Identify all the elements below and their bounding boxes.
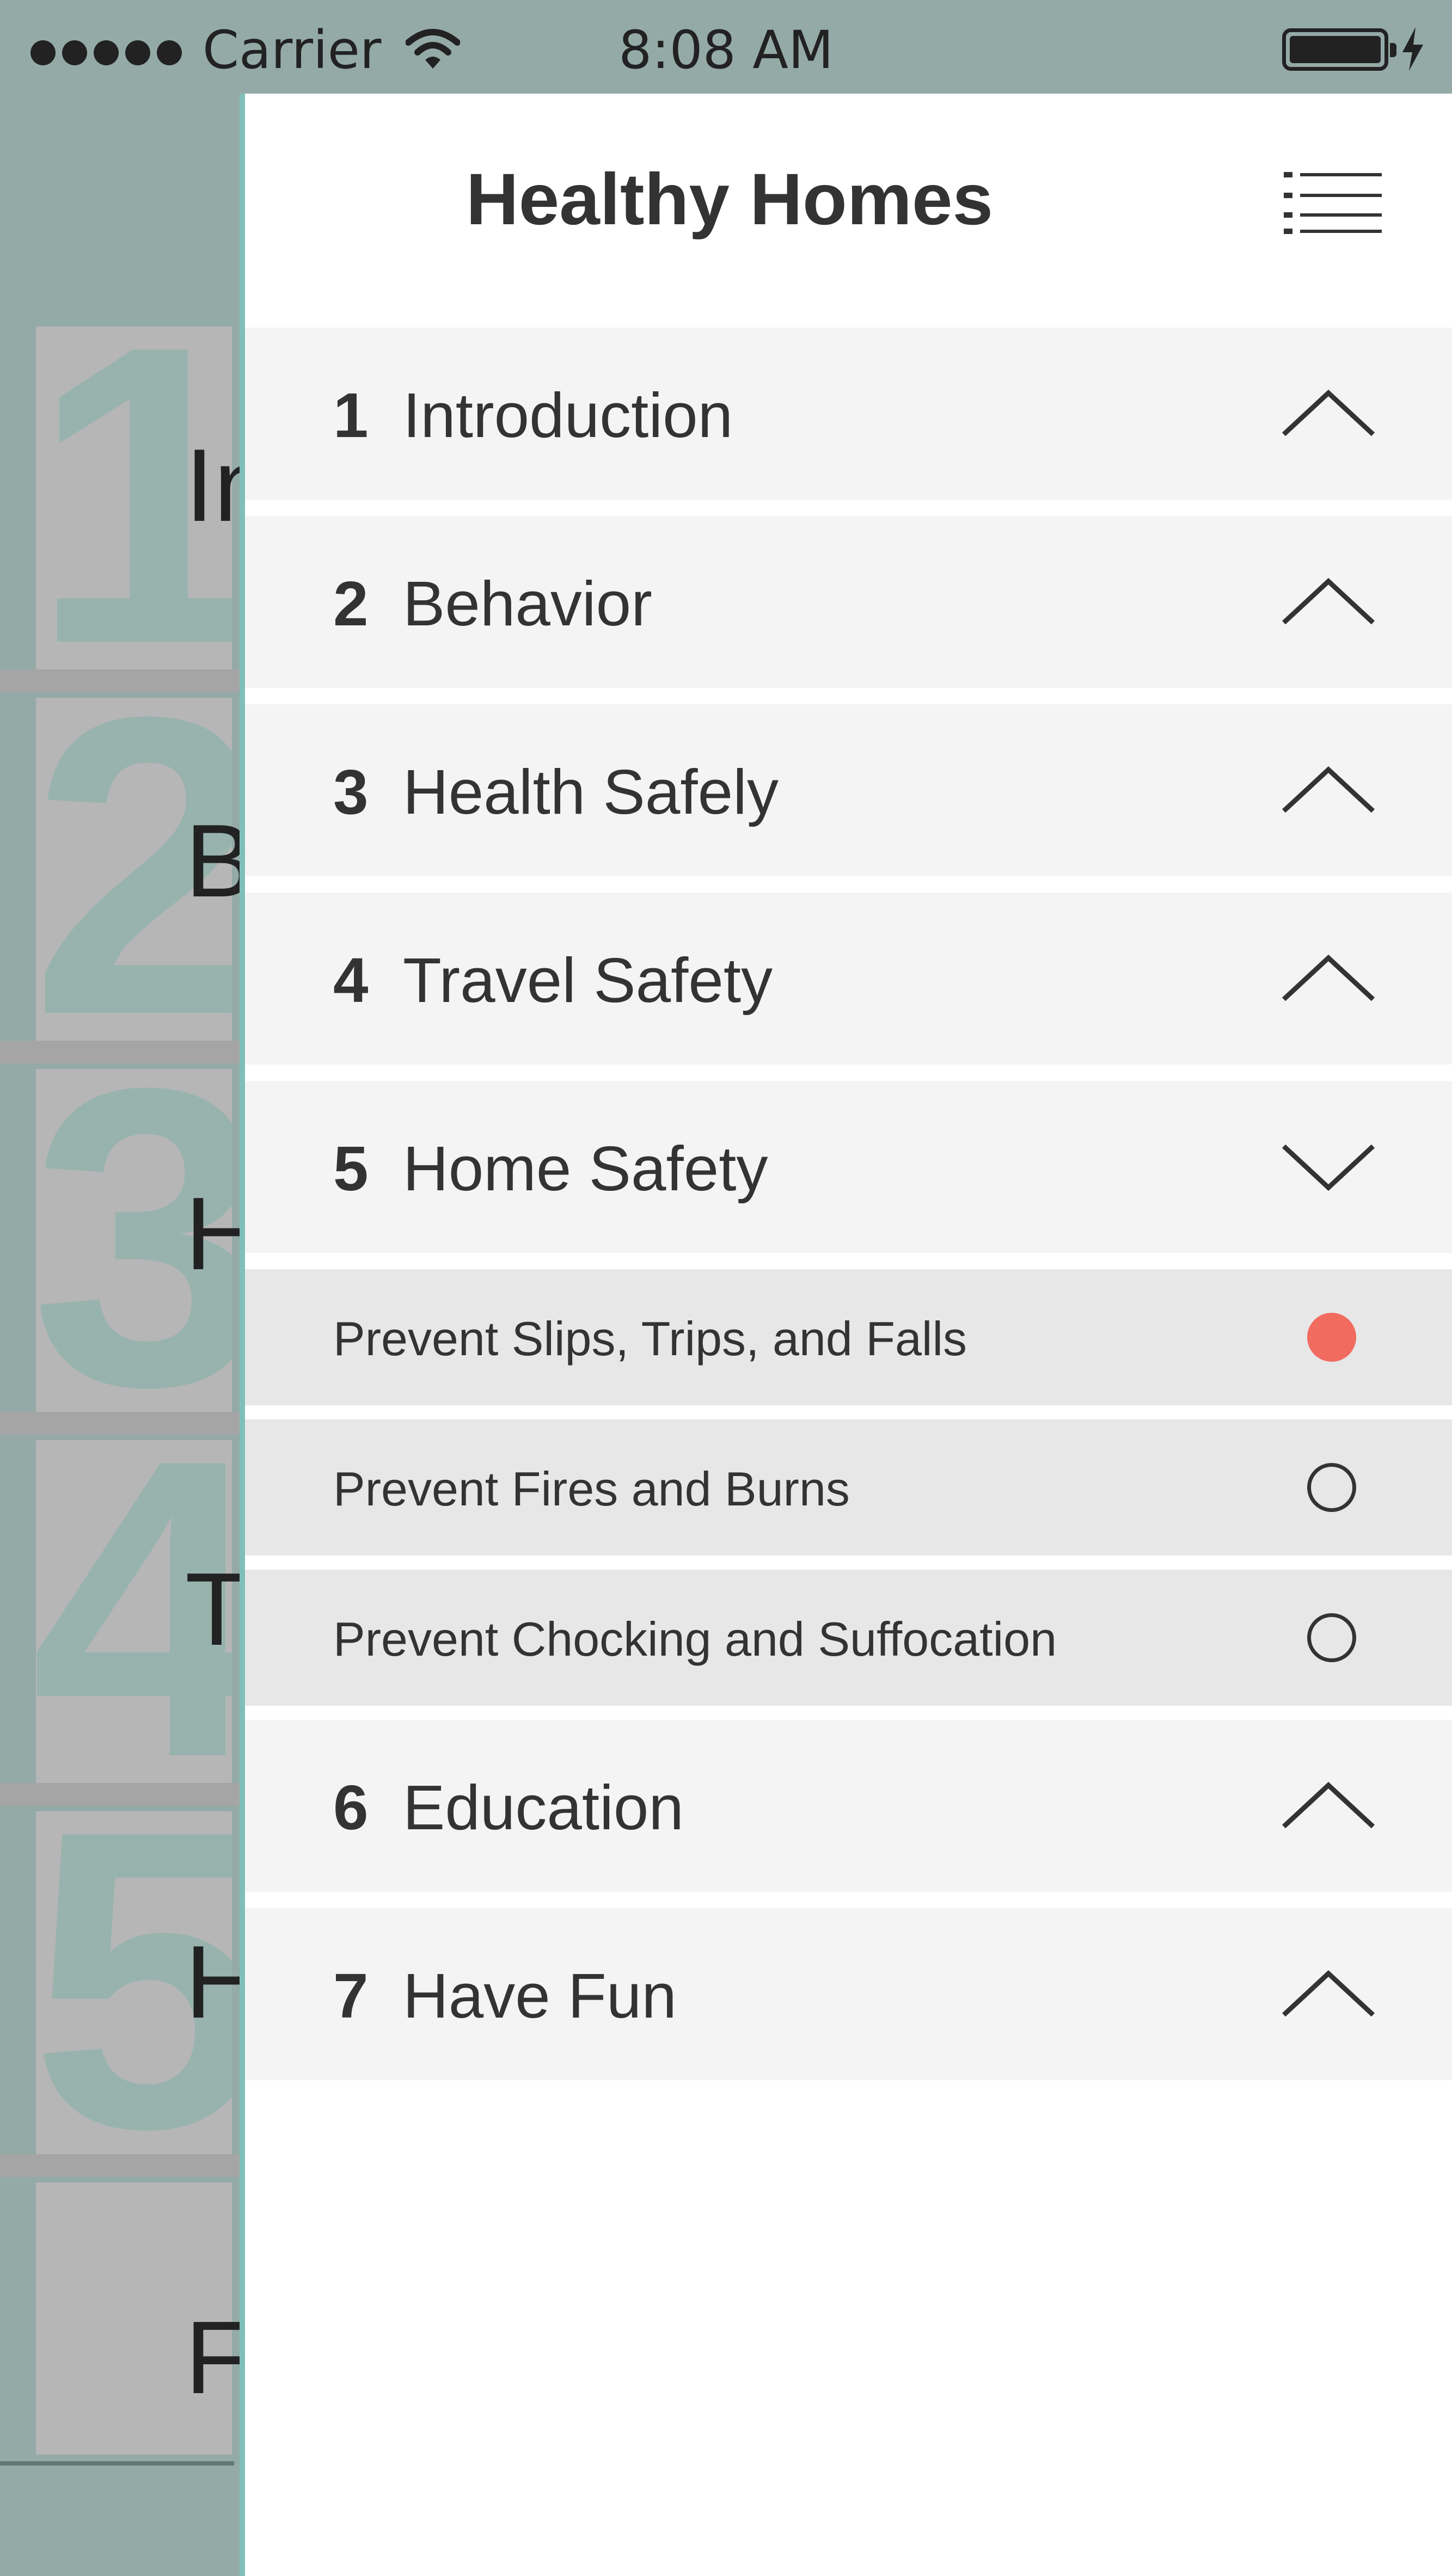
background-divider-line (0, 2461, 234, 2466)
lesson-title: Prevent Slips, Trips, and Falls (333, 1312, 967, 1366)
chapter-list: 1 Introduction 2 Behavior 3 Health Safel… (245, 328, 1452, 2097)
chapter-title: Home Safety (403, 1133, 768, 1204)
chevron-up-icon[interactable] (1279, 575, 1377, 629)
chapter-title: Travel Safety (403, 945, 773, 1016)
background-page: 1 2 3 4 5 In B H T H F (0, 94, 244, 2576)
chapter-row-have-fun[interactable]: 7 Have Fun (245, 1908, 1452, 2080)
page-title: Healthy Homes (465, 159, 994, 240)
chapter-title: Behavior (403, 568, 652, 639)
battery-icon (1282, 28, 1396, 71)
lesson-row-prevent-chocking[interactable]: Prevent Chocking and Suffocation (245, 1570, 1452, 1706)
selected-dot-icon[interactable] (1307, 1313, 1356, 1362)
list-menu-icon[interactable] (1284, 171, 1382, 235)
background-divider (0, 1412, 244, 1435)
unselected-circle-icon[interactable] (1307, 1463, 1356, 1512)
background-divider (0, 1041, 244, 1063)
chevron-down-icon[interactable] (1279, 1140, 1377, 1194)
lesson-row-prevent-fires[interactable]: Prevent Fires and Burns (245, 1419, 1452, 1556)
chevron-up-icon[interactable] (1279, 386, 1377, 441)
chapter-number: 5 (333, 1133, 369, 1204)
chevron-up-icon[interactable] (1279, 763, 1377, 817)
chapter-title: Have Fun (403, 1960, 677, 2031)
background-heading: In (185, 428, 244, 543)
chapter-number: 4 (333, 945, 369, 1016)
background-divider (0, 1783, 244, 1806)
background-heading: B (185, 803, 244, 919)
background-heading: T (185, 1552, 244, 1667)
charging-bolt-icon (1402, 27, 1423, 71)
drawer-edge (240, 94, 245, 2576)
lesson-title: Prevent Chocking and Suffocation (333, 1612, 1057, 1666)
clock: 8:08 AM (618, 20, 834, 81)
chapter-title: Introduction (403, 380, 733, 451)
background-divider (0, 2154, 244, 2177)
drawer-header: Healthy Homes (245, 94, 1452, 328)
chapter-row-home-safety[interactable]: 5 Home Safety (245, 1081, 1452, 1253)
chapter-number: 6 (333, 1772, 369, 1843)
chapter-title: Health Safely (403, 757, 779, 827)
chapter-title: Education (403, 1772, 684, 1843)
background-divider (0, 669, 244, 692)
chapter-row-health-safely[interactable]: 3 Health Safely (245, 704, 1452, 876)
chevron-up-icon[interactable] (1279, 951, 1377, 1006)
chapter-number: 1 (333, 380, 369, 451)
unselected-circle-icon[interactable] (1307, 1613, 1356, 1662)
chapter-row-introduction[interactable]: 1 Introduction (245, 328, 1452, 500)
navigation-drawer: Healthy Homes 1 Introduction 2 Behavior … (245, 94, 1452, 2576)
background-heading: F (185, 2300, 244, 2415)
lesson-title: Prevent Fires and Burns (333, 1462, 850, 1516)
chapter-number: 2 (333, 568, 369, 639)
chevron-up-icon[interactable] (1279, 1779, 1377, 1833)
chapter-number: 7 (333, 1960, 369, 2031)
background-heading: H (185, 1176, 244, 1292)
background-heading: H (185, 1925, 244, 2040)
chapter-row-education[interactable]: 6 Education (245, 1720, 1452, 1892)
chapter-number: 3 (333, 757, 369, 827)
chapter-row-behavior[interactable]: 2 Behavior (245, 516, 1452, 688)
lesson-row-prevent-slips[interactable]: Prevent Slips, Trips, and Falls (245, 1269, 1452, 1405)
status-bar: Carrier 8:08 AM (0, 0, 1452, 94)
chevron-up-icon[interactable] (1279, 1967, 1377, 2021)
chapter-row-travel-safety[interactable]: 4 Travel Safety (245, 893, 1452, 1065)
